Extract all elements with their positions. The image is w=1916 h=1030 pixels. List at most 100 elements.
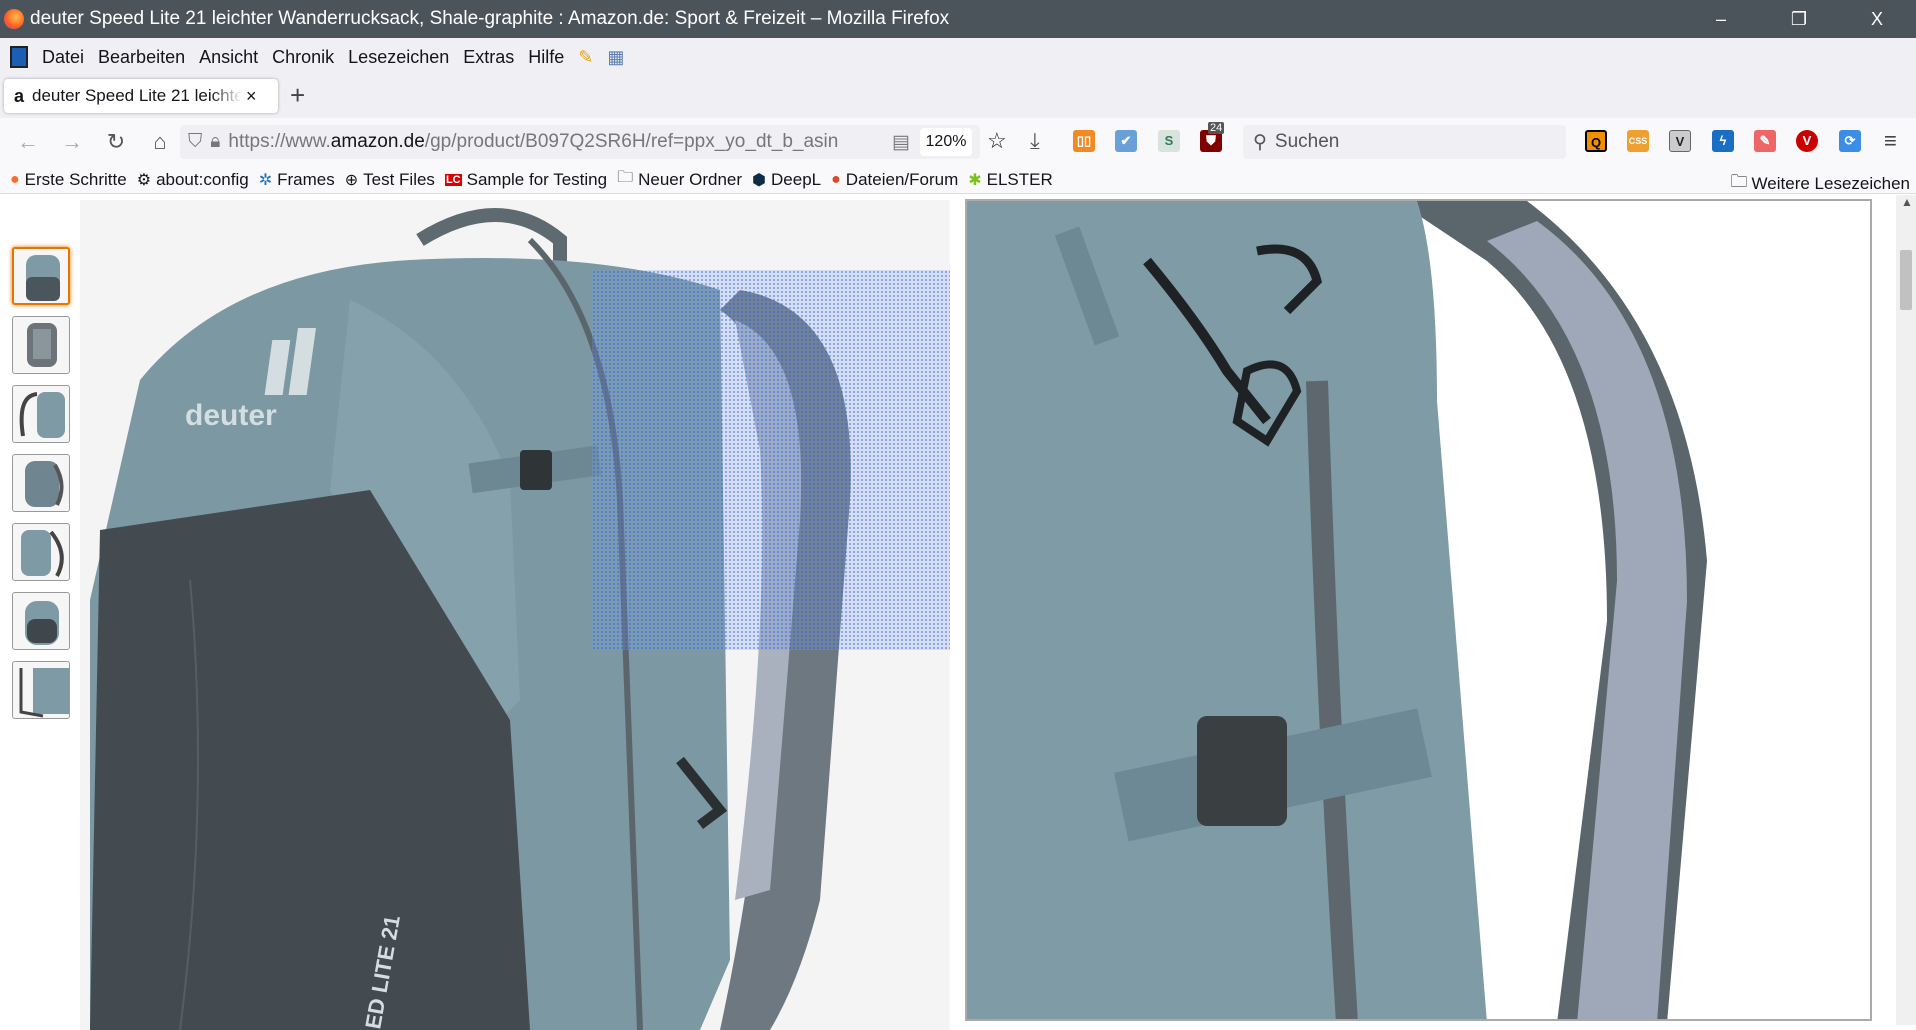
- bookmark-about-config[interactable]: ⚙ about:config: [137, 170, 249, 190]
- bookmark-label: Test Files: [363, 169, 435, 189]
- gear-icon: ⚙: [136, 171, 152, 189]
- amazon-favicon-icon: a: [14, 85, 25, 106]
- bookmark-star-icon[interactable]: ☆: [987, 128, 1007, 154]
- firefox-icon: [4, 9, 24, 29]
- url-prefix: https://www.: [228, 131, 331, 152]
- thumbnail-1[interactable]: [12, 247, 70, 305]
- brand-logo-text: deuter: [185, 399, 277, 432]
- bookmark-erste-schritte[interactable]: ● Erste Schritte: [10, 170, 127, 190]
- extension-search-q-icon[interactable]: Q: [1585, 130, 1607, 152]
- menu-hilfe[interactable]: Hilfe: [528, 47, 564, 68]
- menu-hamburger-icon[interactable]: ≡: [1884, 128, 1897, 154]
- new-tab-button[interactable]: +: [290, 80, 305, 111]
- tab-bar: a deuter Speed Lite 21 leichter Wanderru…: [0, 76, 1916, 118]
- forward-button[interactable]: →: [50, 129, 94, 155]
- scrollbar-thumb[interactable]: [1900, 250, 1912, 310]
- url-bar[interactable]: ⛉ 🔒︎ https://www.amazon.de/gp/product/B0…: [180, 125, 980, 159]
- menu-extras[interactable]: Extras: [463, 47, 514, 68]
- elster-icon: ✱: [968, 171, 982, 189]
- zoom-level-button[interactable]: 120%: [920, 128, 972, 156]
- bookmarks-toolbar: ● Erste Schritte ⚙ about:config ✲ Frames ⊕ T…: [0, 166, 1916, 194]
- thumbnail-5[interactable]: [12, 523, 70, 581]
- menu-bar: Datei Bearbeiten Ansicht Chronik Lesezei…: [0, 38, 1916, 76]
- page-scrollbar[interactable]: ▲: [1896, 195, 1916, 1025]
- bookmark-frames[interactable]: ✲ Frames: [259, 170, 335, 190]
- home-button[interactable]: ⌂: [138, 129, 182, 155]
- bookmark-dateien-forum[interactable]: ● Dateien/Forum: [831, 170, 958, 190]
- bookmark-label: Dateien/Forum: [845, 169, 959, 189]
- zoom-lens-overlay[interactable]: [592, 270, 950, 650]
- deepl-icon: ⬢: [752, 171, 767, 189]
- menu-ansicht[interactable]: Ansicht: [199, 47, 258, 68]
- bookmark-label: Sample for Testing: [466, 169, 608, 189]
- menu-bearbeiten[interactable]: Bearbeiten: [98, 47, 185, 68]
- ublock-badge: 24: [1208, 122, 1225, 134]
- title-bar: deuter Speed Lite 21 leichter Wanderruck…: [0, 0, 1916, 38]
- extension-s-icon[interactable]: S: [1158, 130, 1180, 152]
- forum-icon: ●: [831, 170, 841, 188]
- url-host: amazon.de: [330, 131, 425, 152]
- vivaldi-icon[interactable]: V: [1796, 130, 1818, 152]
- bookmark-label: Frames: [277, 169, 335, 189]
- calendar-icon[interactable]: ▦: [607, 47, 624, 68]
- thumbnail-4[interactable]: [12, 454, 70, 512]
- thumbnail-7[interactable]: [12, 661, 70, 719]
- download-icon[interactable]: ⤓: [1030, 128, 1040, 154]
- thumbnail-2[interactable]: [12, 316, 70, 374]
- navigation-bar: ← → ↻ ⌂ ⛉ 🔒︎ https://www.amazon.de/gp/pr…: [0, 118, 1916, 166]
- extension-v-icon[interactable]: V: [1669, 130, 1691, 152]
- thumbnail-3[interactable]: [12, 385, 70, 443]
- extension-edit-icon[interactable]: ✎: [1754, 130, 1776, 152]
- bookmark-label: Weitere Lesezeichen: [1751, 173, 1910, 193]
- extension-css-icon[interactable]: CSS: [1627, 130, 1649, 152]
- url-path: /gp/product/B097Q2SR6H/ref=ppx_yo_dt_b_a…: [424, 131, 839, 152]
- bookmark-more[interactable]: 🗀 Weitere Lesezeichen: [1731, 169, 1910, 198]
- bookmark-label: ELSTER: [986, 169, 1053, 189]
- notepad-icon[interactable]: ✎: [578, 47, 593, 68]
- product-main-image[interactable]: deuter ED LITE 21: [80, 200, 950, 1030]
- zoom-preview-pane: [965, 199, 1872, 1021]
- bookmark-label: Erste Schritte: [24, 169, 127, 189]
- tab-title: deuter Speed Lite 21 leichter Wanderruck…: [32, 86, 243, 105]
- bookmark-sample-for-testing[interactable]: LC Sample for Testing: [444, 169, 608, 190]
- extension-w3c-validator-icon[interactable]: ✔: [1115, 130, 1137, 152]
- firefox-icon: ●: [10, 170, 20, 188]
- lock-icon[interactable]: 🔒︎: [210, 131, 220, 153]
- zoomed-backpack-image: [967, 201, 1870, 1019]
- extension-bolt-icon[interactable]: ϟ: [1712, 130, 1734, 152]
- bookmark-label: DeepL: [771, 169, 822, 189]
- reader-view-icon[interactable]: ▤: [892, 131, 910, 154]
- bookmark-elster[interactable]: ✱ ELSTER: [968, 170, 1053, 190]
- folder-icon: 🗀: [617, 169, 634, 186]
- app-icon: [10, 46, 28, 68]
- shield-icon[interactable]: ⛉: [188, 131, 202, 153]
- bookmark-label: Neuer Ordner: [638, 169, 743, 189]
- folder-icon: 🗀: [1730, 172, 1748, 191]
- page-content: deuter ED LITE 21: [0, 195, 1896, 1030]
- window-title: deuter Speed Lite 21 leichter Wanderruck…: [30, 8, 950, 29]
- search-placeholder: Suchen: [1274, 131, 1340, 152]
- search-input[interactable]: ⚲ Suchen: [1243, 125, 1566, 159]
- restore-button[interactable]: ❐: [1760, 0, 1838, 38]
- close-window-button[interactable]: X: [1838, 0, 1916, 38]
- bookmark-label: about:config: [156, 169, 249, 189]
- bookmark-test-files[interactable]: ⊕ Test Files: [345, 170, 435, 190]
- bookmark-deepl[interactable]: ⬢ DeepL: [752, 170, 821, 190]
- back-button[interactable]: ←: [6, 129, 50, 155]
- menu-datei[interactable]: Datei: [42, 47, 84, 68]
- extension-sync-icon[interactable]: ⟳: [1839, 130, 1861, 152]
- frames-icon: ✲: [258, 171, 273, 189]
- reload-button[interactable]: ↻: [94, 129, 138, 155]
- tab-amazon-product[interactable]: a deuter Speed Lite 21 leichter Wanderru…: [4, 79, 278, 113]
- thumbnail-6[interactable]: [12, 592, 70, 650]
- extension-translate-icon[interactable]: ▯▯: [1073, 130, 1095, 152]
- lc-icon: LC: [444, 173, 462, 186]
- search-icon: ⚲: [1253, 131, 1267, 153]
- menu-lesezeichen[interactable]: Lesezeichen: [348, 47, 449, 68]
- globe-icon: ⊕: [344, 171, 359, 189]
- menu-chronik[interactable]: Chronik: [272, 47, 334, 68]
- scroll-up-arrow-icon[interactable]: ▲: [1901, 195, 1913, 209]
- tab-close-button[interactable]: ×: [246, 86, 257, 107]
- minimize-button[interactable]: –: [1682, 0, 1760, 38]
- bookmark-neuer-ordner[interactable]: 🗀 Neuer Ordner: [617, 166, 742, 193]
